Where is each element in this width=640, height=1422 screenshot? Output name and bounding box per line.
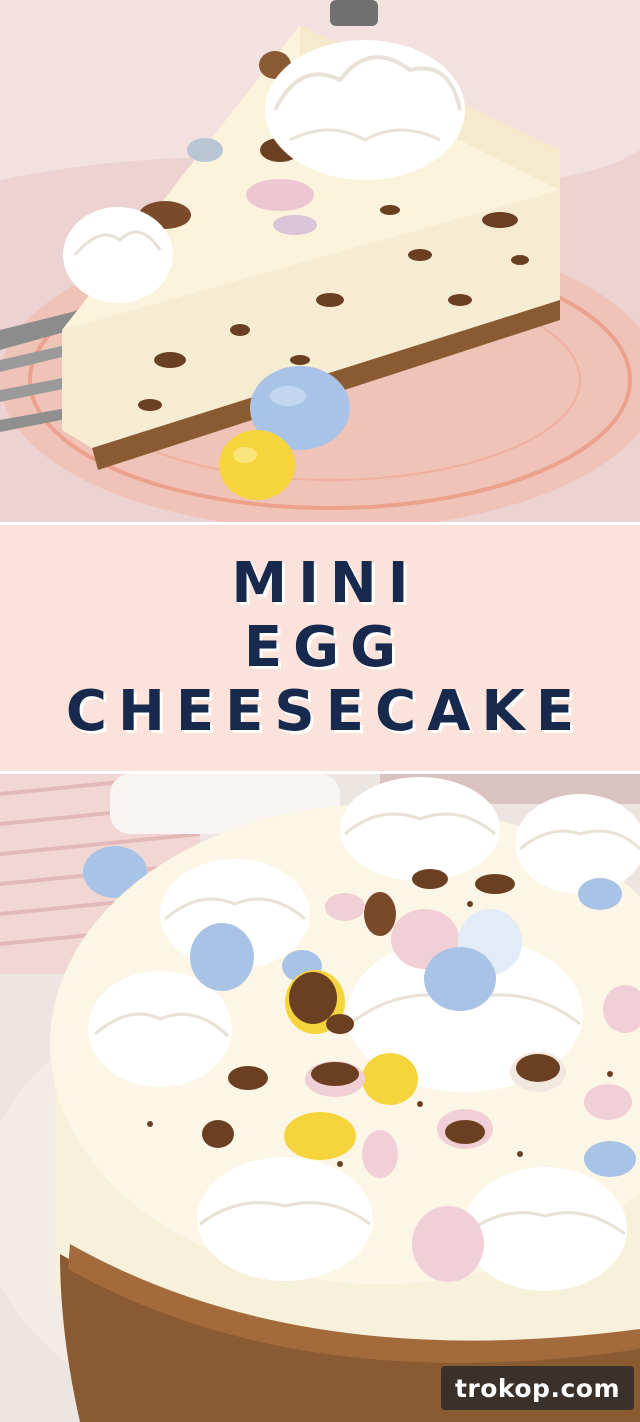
watermark-text: trokop.com <box>454 1373 620 1403</box>
watermark: trokop.com <box>440 1366 634 1410</box>
title-line-3: CHEESECAKE <box>65 679 586 744</box>
bottom-photo: trokop.com <box>0 774 640 1422</box>
cheesecake-slice-illustration <box>0 0 640 522</box>
yellow-mini-egg <box>219 430 295 500</box>
whipped-cream-swirl <box>265 40 465 180</box>
whole-cheesecake-illustration <box>0 774 640 1422</box>
recipe-title: MINI EGG CHEESECAKE <box>0 522 640 774</box>
top-photo <box>0 0 640 522</box>
title-line-2: EGG <box>243 615 408 680</box>
recipe-pin: MINI EGG CHEESECAKE trokop.com <box>0 0 640 1422</box>
whipped-cream-dollop <box>63 207 173 303</box>
title-line-1: MINI <box>231 551 420 616</box>
